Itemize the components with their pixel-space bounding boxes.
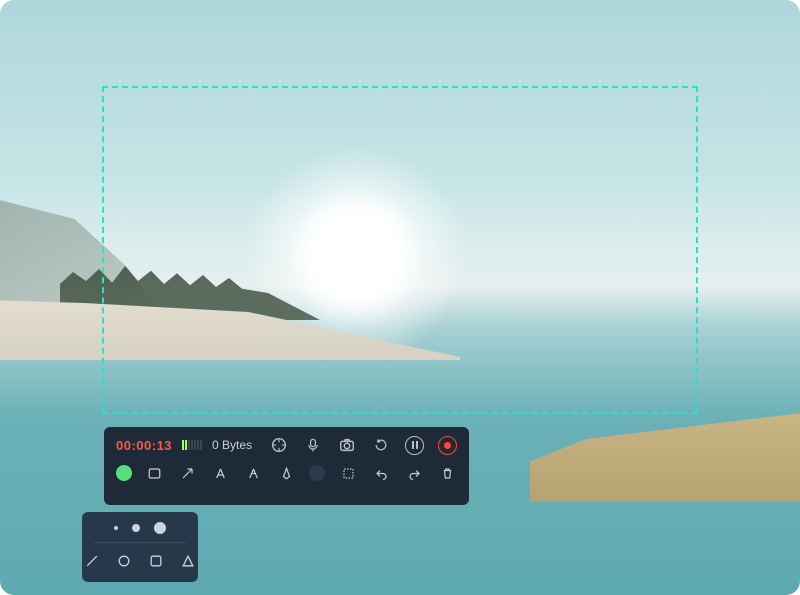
highlighter-tool[interactable] xyxy=(244,463,264,483)
file-size: 0 Bytes xyxy=(212,438,252,452)
rectangle-tool[interactable] xyxy=(145,463,165,483)
brush-size-small[interactable] xyxy=(114,526,118,530)
trash-icon[interactable] xyxy=(437,463,457,483)
landscape-grass xyxy=(530,412,800,502)
arrow-tool[interactable] xyxy=(178,463,198,483)
status-group: 00:00:13 0 Bytes xyxy=(116,438,252,453)
square-shape[interactable] xyxy=(146,551,166,571)
undo-icon[interactable] xyxy=(371,463,391,483)
cursor-highlight-icon[interactable] xyxy=(269,435,289,455)
color-picker[interactable] xyxy=(116,465,132,481)
microphone-icon[interactable] xyxy=(303,435,323,455)
restart-icon[interactable] xyxy=(371,435,391,455)
brush-options-popup xyxy=(82,512,198,582)
divider xyxy=(94,542,186,543)
ellipse-tool[interactable] xyxy=(309,465,325,481)
brush-size-medium[interactable] xyxy=(132,524,140,532)
capture-region[interactable] xyxy=(102,86,698,414)
audio-meter-icon xyxy=(182,440,202,450)
circle-shape[interactable] xyxy=(114,551,134,571)
camera-icon[interactable] xyxy=(337,435,357,455)
brush-size-large[interactable] xyxy=(154,522,166,534)
pause-button[interactable] xyxy=(405,436,424,455)
line-shape[interactable] xyxy=(82,551,102,571)
recorder-toolbar: 00:00:13 0 Bytes xyxy=(104,427,469,505)
desktop-scene: 00:00:13 0 Bytes xyxy=(0,0,800,595)
text-tool[interactable] xyxy=(211,463,231,483)
record-button[interactable] xyxy=(438,436,457,455)
recording-timer: 00:00:13 xyxy=(116,438,172,453)
redo-icon[interactable] xyxy=(404,463,424,483)
triangle-shape[interactable] xyxy=(178,551,198,571)
marquee-tool[interactable] xyxy=(338,463,358,483)
pen-tool[interactable] xyxy=(277,463,297,483)
